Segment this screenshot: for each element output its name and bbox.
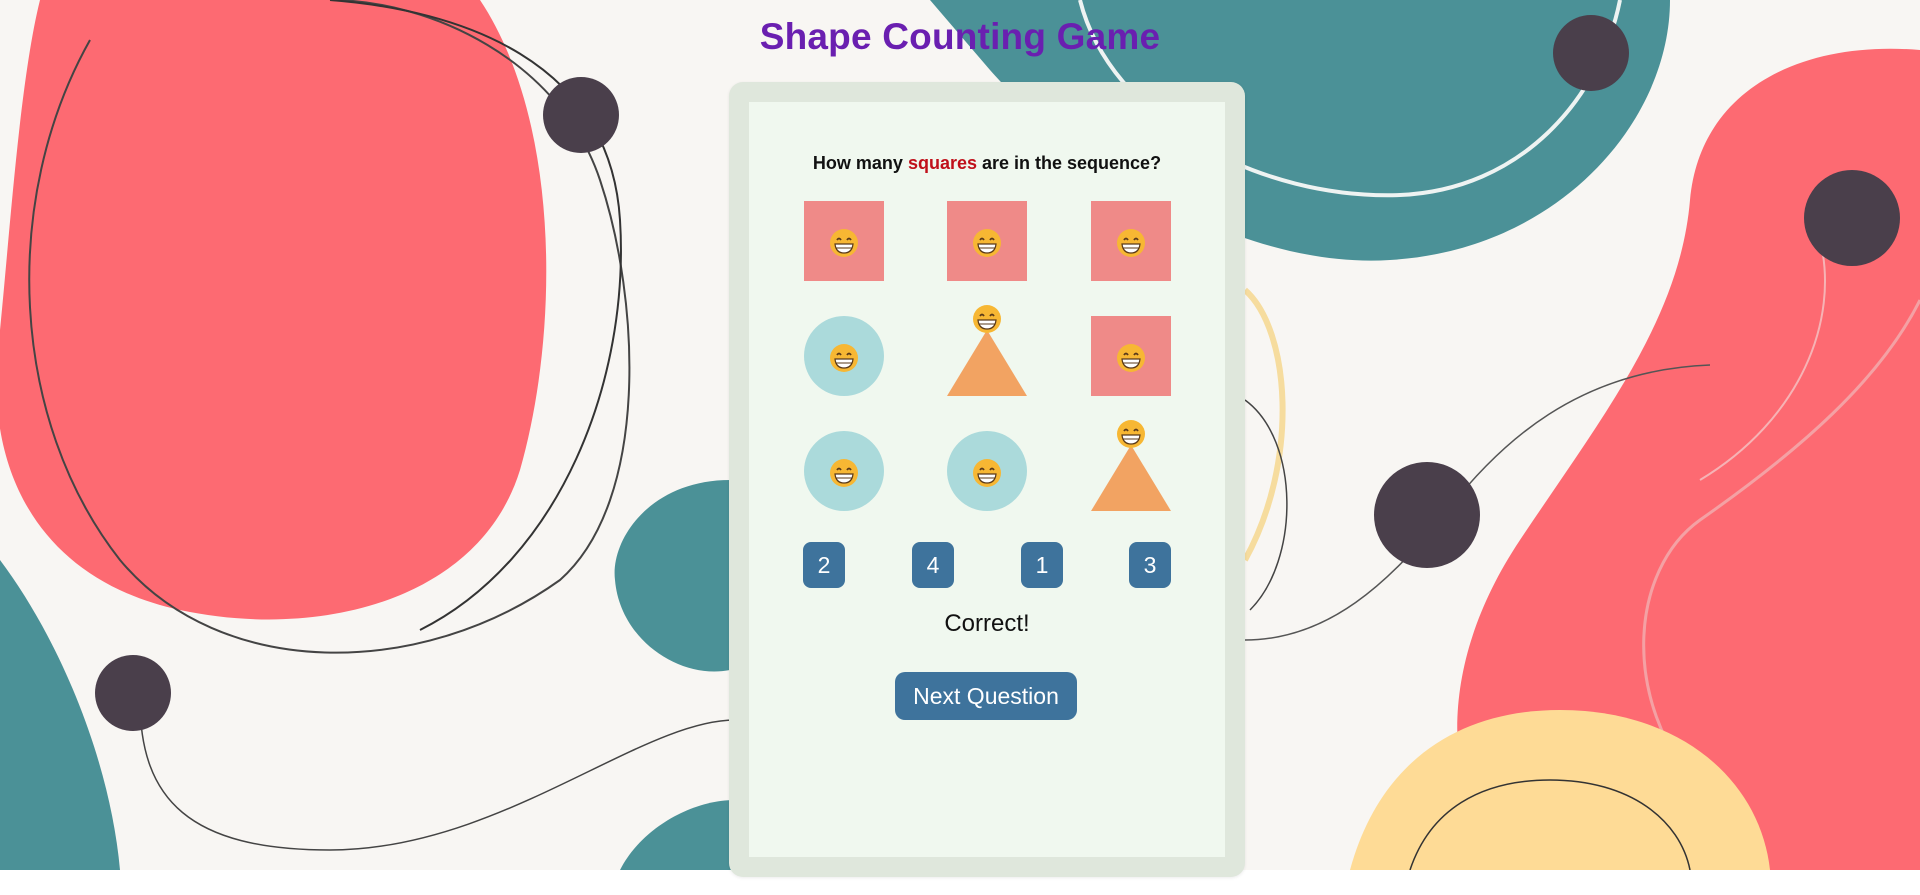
game-card: How many squares are in the sequence? 2 … <box>729 82 1245 877</box>
grinning-face-icon <box>973 459 1001 487</box>
grinning-face-icon <box>1117 344 1145 372</box>
grinning-face-icon <box>1117 229 1145 257</box>
answer-button-3[interactable]: 1 <box>1021 542 1063 588</box>
shape-cell-circle <box>804 431 884 511</box>
shape-cell-square <box>1091 316 1171 396</box>
answer-button-4[interactable]: 3 <box>1129 542 1171 588</box>
shape-cell-circle <box>947 431 1027 511</box>
triangle-shape <box>1091 445 1171 511</box>
next-question-button[interactable]: Next Question <box>895 672 1077 720</box>
shape-cell-square <box>1091 201 1171 281</box>
grinning-face-icon <box>830 229 858 257</box>
grinning-face-icon <box>973 229 1001 257</box>
shape-grid <box>749 102 1225 857</box>
game-title: Shape Counting Game <box>759 16 1161 57</box>
shape-cell-square <box>804 201 884 281</box>
triangle-shape <box>947 330 1027 396</box>
game-card-inner: How many squares are in the sequence? 2 … <box>749 102 1225 857</box>
shape-cell-circle <box>804 316 884 396</box>
shape-cell-triangle <box>947 305 1027 396</box>
grinning-face-icon <box>973 305 1001 333</box>
grinning-face-icon <box>830 459 858 487</box>
shape-cell-triangle <box>1091 420 1171 511</box>
feedback-message: Correct! <box>944 610 1030 637</box>
grinning-face-icon <box>1117 420 1145 448</box>
answer-button-2[interactable]: 4 <box>912 542 954 588</box>
answer-button-1[interactable]: 2 <box>803 542 845 588</box>
shape-cell-square <box>947 201 1027 281</box>
grinning-face-icon <box>830 344 858 372</box>
game-screen: Shape Counting Game How many squares are… <box>0 0 1920 895</box>
